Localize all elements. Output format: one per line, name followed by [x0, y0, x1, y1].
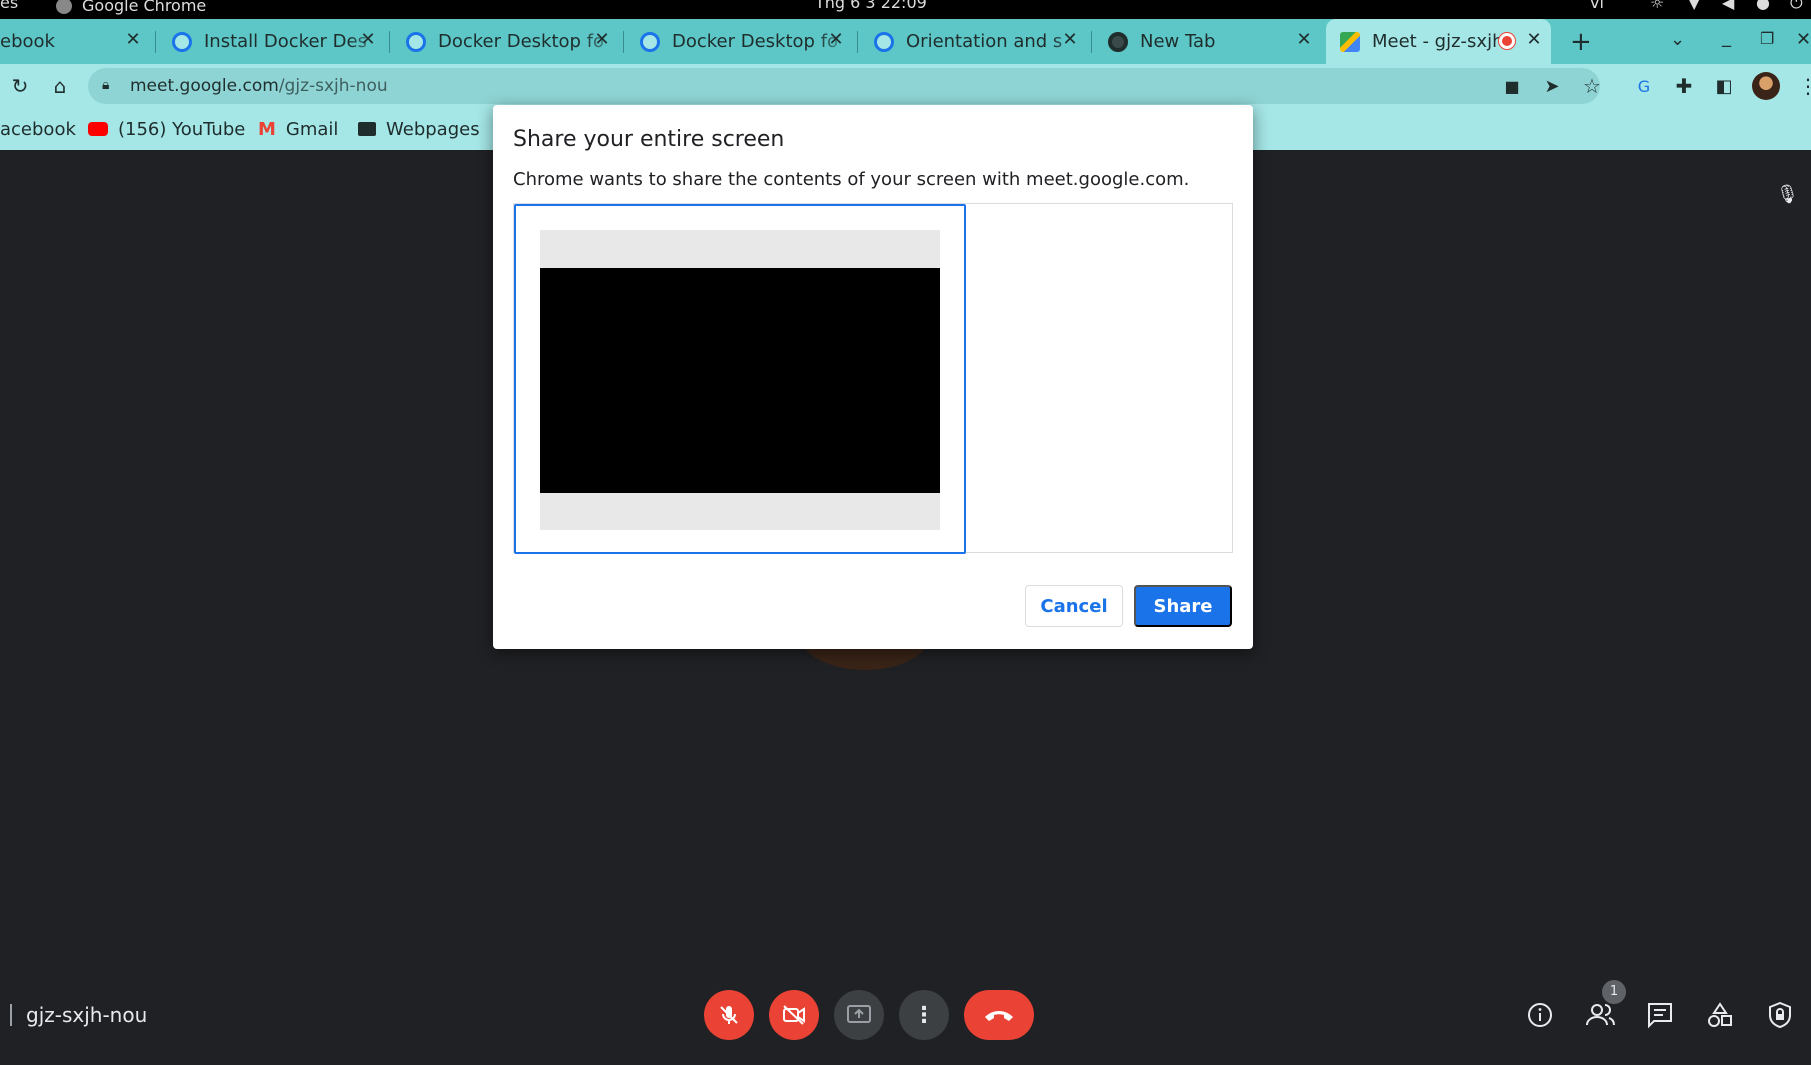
close-window-icon[interactable]: ✕ [1796, 29, 1811, 50]
tab-strip: ebook ✕ Install Docker Des ✕ Docker Desk… [0, 19, 1811, 64]
tab-docker-desktop-1[interactable]: Docker Desktop fo ✕ [394, 19, 619, 64]
close-tab-icon[interactable]: ✕ [1293, 29, 1315, 51]
close-tab-icon[interactable]: ✕ [1059, 29, 1081, 51]
app-name: Google Chrome [82, 0, 207, 15]
url-text[interactable]: meet.google.com/gjz-sxjh-nou [130, 76, 388, 96]
screen-thumbnail [540, 230, 940, 530]
participant-count-badge: 1 [1602, 980, 1626, 1004]
camera-in-use-icon[interactable]: ■ [1498, 72, 1526, 100]
chrome-icon [1108, 31, 1128, 52]
activities-icon [1708, 1002, 1732, 1027]
send-icon[interactable]: ➤ [1538, 72, 1566, 100]
camera-off-icon [783, 1005, 805, 1025]
url-host: meet.google.com [130, 76, 279, 96]
shield-lock-icon [1769, 1001, 1791, 1029]
minimize-icon[interactable]: _ [1722, 27, 1731, 48]
screen-option[interactable] [514, 204, 966, 554]
more-menu-icon[interactable]: ⋮ [1794, 72, 1811, 100]
close-tab-icon[interactable]: ✕ [825, 29, 847, 51]
tab-install-docker[interactable]: Install Docker Des ✕ [160, 19, 385, 64]
bookmark-folder-webpages[interactable]: Webpages [358, 116, 480, 142]
profile-avatar[interactable] [1752, 72, 1780, 100]
bookmark-star-icon[interactable]: ☆ [1578, 72, 1606, 100]
tab-orientation[interactable]: Orientation and s ✕ [862, 19, 1087, 64]
bookmark-youtube[interactable]: (156) YouTube [88, 116, 245, 142]
host-controls-button[interactable] [1763, 998, 1797, 1032]
close-tab-icon[interactable]: ✕ [1523, 29, 1545, 51]
meeting-code-text: gjz-sxjh-nou [26, 1003, 148, 1027]
mic-off-icon [720, 1006, 738, 1024]
cancel-button[interactable]: Cancel [1025, 585, 1123, 627]
close-tab-icon[interactable]: ✕ [591, 29, 613, 51]
bookmark-facebook[interactable]: acebook [0, 116, 76, 142]
muted-mic-icon: 🎙︎ [1776, 184, 1799, 205]
bookmark-label: (156) YouTube [118, 118, 246, 140]
toggle-mic-button[interactable] [704, 990, 754, 1040]
clock[interactable]: Thg 6 3 22:09 [815, 0, 927, 11]
bookmark-gmail[interactable]: M Gmail [258, 116, 338, 142]
chrome-icon [56, 0, 72, 14]
wifi-icon: ▼ [1688, 0, 1701, 12]
toggle-camera-button[interactable] [769, 990, 819, 1040]
bookmark-label: Gmail [285, 118, 339, 140]
leave-call-button[interactable] [964, 990, 1034, 1040]
meeting-details-button[interactable] [1523, 998, 1557, 1032]
os-top-bar: es Google Chrome Thg 6 3 22:09 vi ☼ ▼ ◀ … [0, 0, 1811, 19]
tab-facebook[interactable]: ebook ✕ [0, 19, 150, 64]
app-menu[interactable]: Google Chrome [56, 0, 206, 14]
input-language[interactable]: vi [1590, 0, 1604, 11]
hang-up-icon [985, 1011, 1013, 1021]
folder-icon [358, 122, 376, 136]
docker-icon [874, 31, 894, 52]
close-tab-icon[interactable]: ✕ [357, 29, 379, 51]
restore-icon[interactable]: ❐ [1760, 29, 1774, 48]
screen-picker [513, 203, 1233, 554]
recording-icon [1499, 33, 1515, 49]
bookmark-label: acebook [0, 118, 76, 140]
side-panel-icon[interactable]: ◧ [1710, 72, 1738, 100]
lock-icon[interactable]: 🔒︎ [102, 77, 109, 93]
address-bar[interactable]: 🔒︎ meet.google.com/gjz-sxjh-nou ■ ➤ ☆ [88, 68, 1601, 104]
home-icon[interactable]: ⌂ [46, 72, 74, 100]
dialog-description: Chrome wants to share the contents of yo… [513, 169, 1190, 190]
present-screen-button[interactable] [834, 990, 884, 1040]
youtube-icon [88, 122, 108, 136]
mic-icon: ● [1756, 0, 1770, 12]
brightness-icon: ☼ [1650, 0, 1665, 12]
more-options-button[interactable]: ⋮ [899, 990, 949, 1040]
activities-button[interactable] [1703, 998, 1737, 1032]
people-icon [1586, 1004, 1615, 1026]
url-path: /gjz-sxjh-nou [278, 76, 388, 96]
meet-icon [1340, 31, 1360, 52]
gmail-icon: M [258, 118, 276, 140]
share-screen-dialog: Share your entire screen Chrome wants to… [493, 105, 1253, 649]
info-icon [1528, 1003, 1552, 1027]
tab-new-tab[interactable]: New Tab ✕ [1096, 19, 1321, 64]
tab-search-chevron-icon[interactable]: ⌄ [1670, 29, 1685, 50]
power-icon[interactable]: ⏻ [1790, 0, 1803, 11]
tab-meet[interactable]: Meet - gjz-sxjh ✕ [1326, 19, 1551, 64]
docker-icon [172, 31, 192, 52]
tab-docker-desktop-2[interactable]: Docker Desktop fo ✕ [628, 19, 853, 64]
docker-icon [406, 31, 426, 52]
docker-icon [640, 31, 660, 52]
translate-icon[interactable]: G [1630, 72, 1658, 100]
chat-icon [1648, 1003, 1672, 1029]
share-button[interactable]: Share [1134, 585, 1232, 627]
dialog-title: Share your entire screen [513, 127, 785, 152]
extensions-icon[interactable]: ✚ [1670, 72, 1698, 100]
more-vert-icon: ⋮ [913, 1002, 935, 1028]
meeting-code: gjz-sxjh-nou [10, 1000, 147, 1030]
activities-label[interactable]: es [0, 0, 18, 11]
reload-icon[interactable]: ↻ [6, 72, 34, 100]
present-icon [847, 1005, 871, 1023]
volume-icon: ◀ [1722, 0, 1735, 12]
close-tab-icon[interactable]: ✕ [122, 29, 144, 51]
new-tab-plus-icon[interactable]: + [1570, 27, 1592, 57]
bookmark-label: Webpages [386, 118, 480, 140]
chat-button[interactable] [1643, 998, 1677, 1032]
browser-toolbar: ↻ ⌂ 🔒︎ meet.google.com/gjz-sxjh-nou ■ ➤ … [0, 64, 1811, 108]
